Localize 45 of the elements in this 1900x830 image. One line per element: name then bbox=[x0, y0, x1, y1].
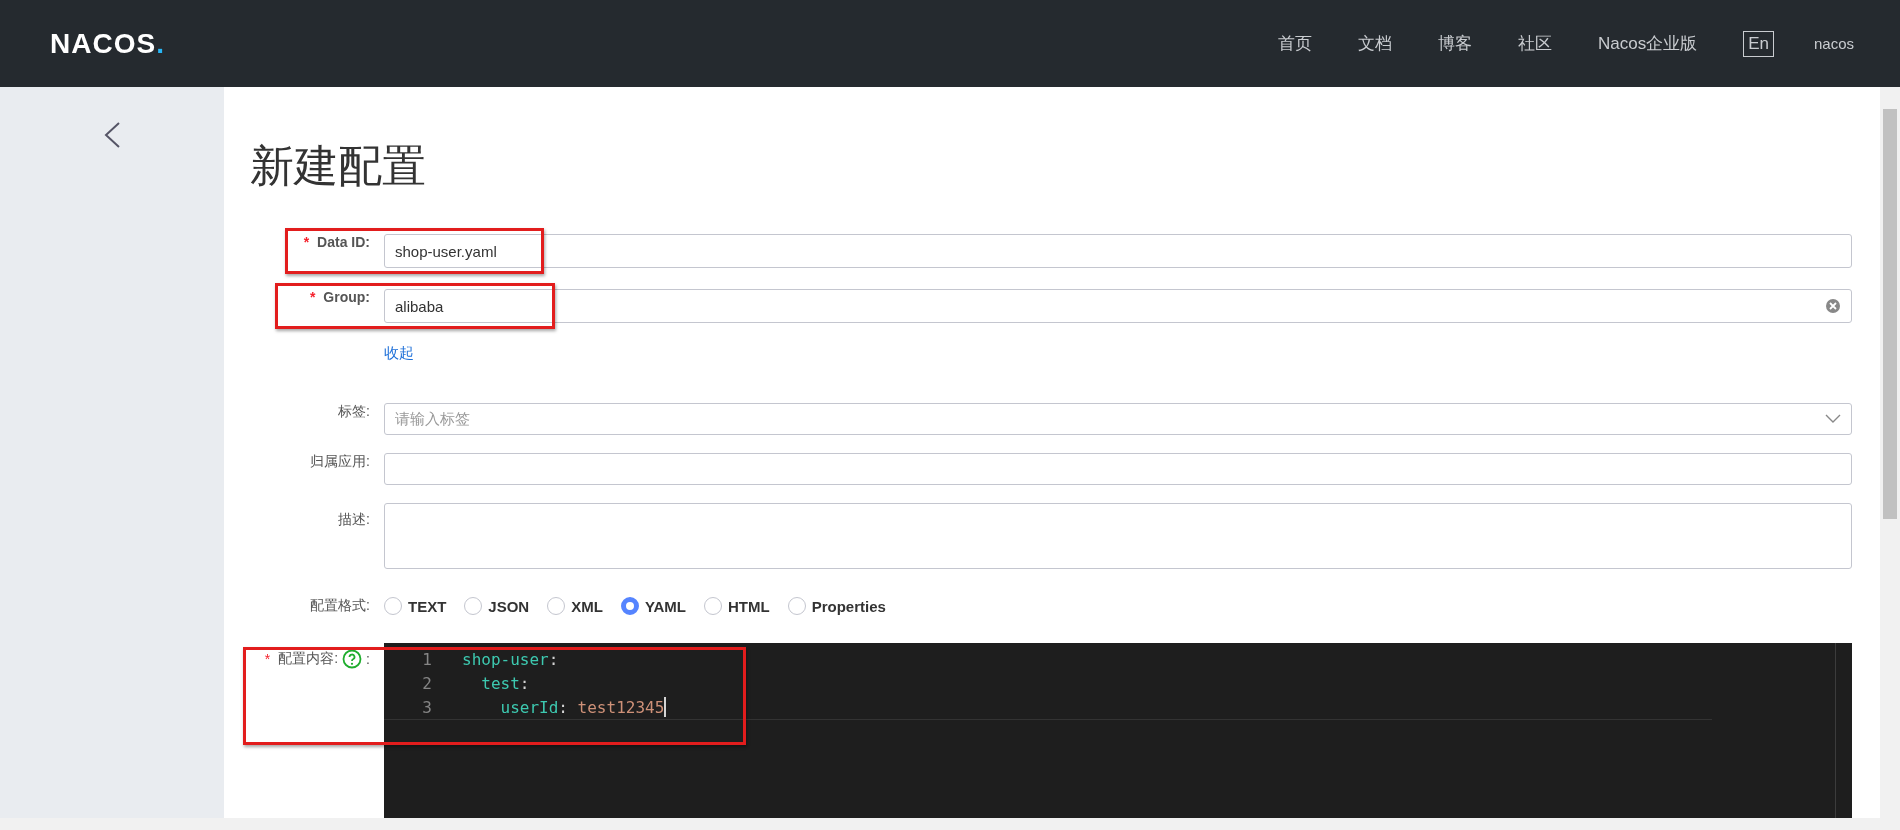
field-label: 配置内容: bbox=[278, 650, 339, 668]
clear-icon[interactable] bbox=[1825, 298, 1841, 314]
line-number: 1 bbox=[421, 649, 433, 669]
input-field[interactable]: shop-user.yaml bbox=[384, 234, 1852, 268]
nav-link[interactable]: 博客 bbox=[1438, 32, 1472, 55]
back-icon[interactable] bbox=[103, 121, 121, 149]
help-icon[interactable] bbox=[342, 649, 363, 669]
field-label: Group: bbox=[323, 289, 370, 305]
required-mark: * bbox=[303, 234, 310, 250]
nav-link[interactable]: 首页 bbox=[1278, 32, 1312, 55]
code-line: userId: test12345 bbox=[499, 697, 665, 717]
format-radio[interactable]: Properties bbox=[787, 597, 886, 615]
nacos-logo[interactable]: NACOS. bbox=[50, 27, 165, 60]
field-label: 配置格式: bbox=[310, 597, 370, 615]
textarea-field[interactable] bbox=[384, 503, 1852, 569]
scrollbar[interactable] bbox=[1880, 87, 1900, 818]
input-field[interactable]: alibaba bbox=[384, 289, 1852, 323]
page-title: 新建配置 bbox=[250, 140, 427, 192]
format-radio[interactable]: TEXT bbox=[384, 597, 447, 615]
required-mark: * bbox=[264, 651, 271, 667]
horizontal-scrollbar[interactable] bbox=[0, 818, 1900, 830]
nav-link[interactable]: 文档 bbox=[1358, 32, 1392, 55]
code-line: shop-user: bbox=[462, 649, 559, 669]
user-menu[interactable]: nacos bbox=[1813, 35, 1854, 52]
field-label: 描述: bbox=[338, 511, 370, 529]
collapse-link[interactable]: 收起 bbox=[384, 344, 414, 363]
nav-link[interactable]: Nacos企业版 bbox=[1598, 32, 1698, 55]
format-radio[interactable]: HTML bbox=[704, 597, 770, 615]
code-editor[interactable]: 1 shop-user: 2 test: 3 userId: test12345 bbox=[384, 643, 1852, 818]
code-line: test: bbox=[480, 673, 530, 693]
format-radio[interactable]: YAML bbox=[620, 597, 686, 615]
line-number: 2 bbox=[421, 673, 433, 693]
language-toggle[interactable]: En bbox=[1743, 30, 1774, 57]
required-mark: * bbox=[309, 289, 316, 305]
field-label: 归属应用: bbox=[310, 453, 370, 471]
chevron-down-icon[interactable] bbox=[1825, 414, 1841, 424]
line-number: 3 bbox=[421, 697, 433, 717]
field-label: 标签: bbox=[338, 403, 370, 421]
field-label: Data ID: bbox=[317, 234, 370, 250]
format-radio[interactable]: XML bbox=[547, 597, 603, 615]
nav-link[interactable]: 社区 bbox=[1518, 32, 1552, 55]
label-colon: : bbox=[366, 651, 370, 667]
input-field[interactable] bbox=[384, 453, 1852, 485]
format-radio[interactable]: JSON bbox=[464, 597, 530, 615]
text-cursor bbox=[664, 697, 667, 717]
